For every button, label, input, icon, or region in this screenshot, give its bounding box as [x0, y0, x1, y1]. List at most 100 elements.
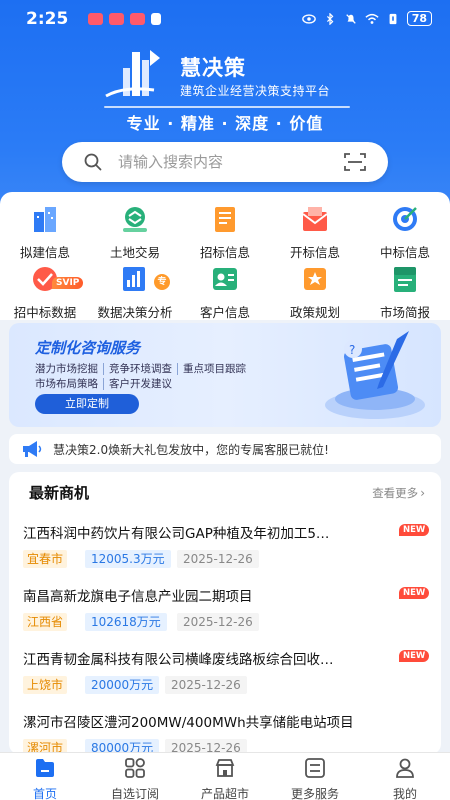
- banner-feature: 重点项目跟踪: [183, 363, 246, 375]
- status-bar: 2:25 78: [0, 0, 450, 38]
- target-icon: [393, 207, 417, 231]
- view-more-label: 查看更多: [372, 486, 419, 500]
- date-tag: 2025-12-26: [165, 676, 247, 694]
- category-label: 客户信息: [199, 305, 250, 320]
- category-market-brief[interactable]: 市场简报: [360, 264, 450, 321]
- category-customer-info[interactable]: 客户信息: [180, 264, 270, 321]
- notification-icons: [88, 13, 161, 25]
- tab-label: 产品超市: [200, 787, 249, 800]
- banner-feature: 潜力市场挖掘: [35, 363, 104, 375]
- envelope-icon: [302, 207, 328, 231]
- category-label: 数据决策分析: [97, 305, 173, 320]
- new-badge: NEW: [399, 587, 430, 599]
- amount-tag: 12005.3万元: [85, 550, 171, 568]
- tab-label: 我的: [392, 787, 417, 800]
- amount-tag: 20000万元: [85, 676, 160, 694]
- brand-subtitle: 建筑企业经营决策支持平台: [180, 84, 331, 98]
- exclusive-badge: 专: [154, 274, 170, 290]
- new-badge: NEW: [399, 524, 430, 536]
- category-label: 招中标数据: [13, 305, 77, 320]
- item-title: 江西科润中药饮片有限公司GAP种植及年初加工5…: [23, 526, 330, 542]
- category-label: 土地交易: [109, 245, 160, 260]
- svg-text:?: ?: [349, 343, 355, 357]
- category-bid-data[interactable]: 招中标数据 SVIP: [0, 264, 90, 321]
- tab-label: 首页: [32, 787, 57, 800]
- chevron-right-icon: ›: [420, 486, 425, 500]
- chart-analysis-icon: [123, 267, 145, 291]
- grid-icon: [125, 758, 145, 778]
- tab-product-market[interactable]: 产品超市: [180, 753, 270, 800]
- status-time: 2:25: [26, 9, 69, 29]
- category-label: 招标信息: [199, 245, 250, 260]
- notification-icon: [109, 13, 124, 25]
- brand-divider: [104, 106, 350, 108]
- banner-features-row-2: 市场布局策略 客户开发建议: [35, 376, 177, 391]
- brand-name: 慧决策: [180, 56, 246, 80]
- header: 2:25 78 慧决策 建筑企业经营决策支持平台 专业 · 精准 · 深度 ·: [0, 0, 450, 212]
- tab-label: 自选订阅: [110, 787, 159, 800]
- user-icon: [396, 758, 414, 778]
- announcement-bar[interactable]: 慧决策2.0焕新大礼包发放中，您的专属客服已就位!: [9, 434, 441, 464]
- category-label: 政策规划: [289, 305, 340, 320]
- list-icon: [305, 758, 325, 778]
- view-more-link[interactable]: 查看更多 ›: [372, 485, 425, 501]
- notification-icon: [130, 13, 145, 25]
- date-tag: 2025-12-26: [177, 613, 259, 631]
- building-icon: [34, 207, 56, 232]
- bottom-tab-bar: 首页 自选订阅 产品超市 更多服务 我的: [0, 752, 450, 800]
- banner-feature: 市场布局策略: [35, 378, 104, 390]
- category-decision-analysis[interactable]: 数据决策分析 专: [90, 264, 180, 321]
- category-tender-info[interactable]: 招标信息: [180, 204, 270, 261]
- slogan: 专业 · 精准 · 深度 · 价值: [126, 114, 324, 133]
- date-tag: 2025-12-26: [177, 550, 259, 568]
- banner-feature: 客户开发建议: [109, 378, 172, 390]
- tab-profile[interactable]: 我的: [360, 753, 450, 800]
- battery-indicator: 78: [406, 11, 432, 26]
- category-grid: 拟建信息 土地交易 招标信息 开标信息 中标信息 招中标数据 SVIP 数据决策…: [0, 192, 450, 320]
- mute-icon: [345, 13, 356, 24]
- shop-icon: [215, 759, 235, 777]
- bluetooth-icon: [326, 12, 334, 25]
- item-title: 漯河市召陵区澧河200MW/400MWh共享储能电站项目: [23, 715, 354, 731]
- building-logo-icon: [105, 50, 160, 98]
- item-title: 江西青韧金属科技有限公司横峰废线路板综合回收…: [23, 652, 334, 668]
- report-icon: [394, 267, 416, 292]
- category-label: 市场简报: [379, 305, 430, 320]
- notification-icon: [88, 13, 103, 25]
- consulting-illustration-icon: ?: [325, 331, 425, 419]
- wifi-icon: [365, 13, 379, 24]
- tab-subscriptions[interactable]: 自选订阅: [90, 753, 180, 800]
- search-bar[interactable]: [62, 142, 388, 182]
- system-icons: 78: [301, 11, 432, 26]
- list-item[interactable]: 南昌高新龙旗电子信息产业园二期项目 NEW 江西省 102618万元 2025-…: [9, 585, 441, 647]
- region-tag: 上饶市: [23, 676, 68, 694]
- category-winning-bid[interactable]: 中标信息: [360, 204, 450, 261]
- scan-icon[interactable]: [344, 152, 366, 172]
- consulting-banner[interactable]: 定制化咨询服务 潜力市场挖掘 竞争环境调查 重点项目跟踪 市场布局策略 客户开发建议 …: [9, 323, 441, 427]
- item-title: 南昌高新龙旗电子信息产业园二期项目: [23, 589, 253, 605]
- list-item[interactable]: 江西科润中药饮片有限公司GAP种植及年初加工5… NEW 宜春市 12005.3…: [9, 522, 441, 584]
- brand-block: 慧决策 建筑企业经营决策支持平台: [104, 46, 354, 110]
- category-label: 开标信息: [289, 245, 340, 260]
- new-badge: NEW: [399, 650, 430, 662]
- region-tag: 宜春市: [23, 550, 68, 568]
- eye-icon: [301, 13, 316, 24]
- category-bid-opening[interactable]: 开标信息: [270, 204, 360, 261]
- search-input[interactable]: [118, 149, 328, 175]
- category-proposed-projects[interactable]: 拟建信息: [0, 204, 90, 261]
- list-title: 最新商机: [29, 484, 90, 502]
- list-item[interactable]: 江西青韧金属科技有限公司横峰废线路板综合回收… NEW 上饶市 20000万元 …: [9, 648, 441, 710]
- search-icon: [84, 153, 102, 171]
- customize-now-button[interactable]: 立即定制: [35, 394, 139, 414]
- category-land-trading[interactable]: 土地交易: [90, 204, 180, 261]
- tab-more-services[interactable]: 更多服务: [270, 753, 360, 800]
- customer-card-icon: [213, 268, 237, 290]
- region-tag: 江西省: [23, 613, 68, 631]
- category-policy-planning[interactable]: 政策规划: [270, 264, 360, 321]
- tab-home[interactable]: 首页: [0, 753, 90, 800]
- home-icon: [36, 759, 54, 777]
- list-item[interactable]: 漯河市召陵区澧河200MW/400MWh共享储能电站项目 漯河市 80000万元…: [9, 711, 441, 754]
- amount-tag: 102618万元: [85, 613, 167, 631]
- tender-document-icon: [215, 207, 235, 232]
- megaphone-icon: [23, 441, 42, 457]
